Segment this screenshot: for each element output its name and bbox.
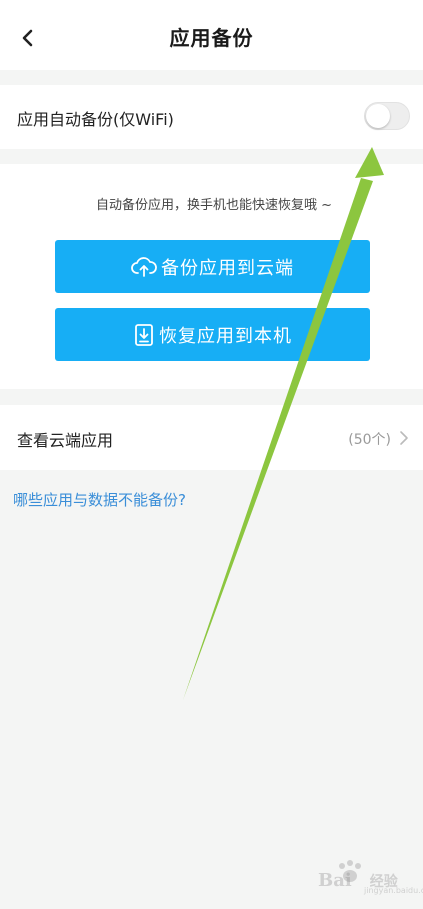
backup-to-cloud-button[interactable]: 备份应用到云端 bbox=[55, 240, 370, 293]
cloud-apps-count: (50个) bbox=[348, 432, 391, 448]
header-bar: 应用备份 bbox=[0, 0, 423, 70]
auto-backup-label: 应用自动备份(仅WiFi) bbox=[17, 110, 174, 129]
backup-section: 自动备份应用，换手机也能快速恢复哦 ~ 备份应用到云端 恢复应用到本机 bbox=[0, 164, 423, 389]
restore-to-device-button[interactable]: 恢复应用到本机 bbox=[55, 308, 370, 361]
auto-backup-toggle[interactable] bbox=[364, 102, 410, 130]
download-to-device-icon bbox=[133, 323, 155, 347]
view-cloud-apps-label: 查看云端应用 bbox=[17, 431, 114, 450]
backup-hint: 自动备份应用，换手机也能快速恢复哦 ~ bbox=[95, 198, 333, 213]
auto-backup-row: 应用自动备份(仅WiFi) bbox=[0, 85, 423, 149]
backup-to-cloud-label: 备份应用到云端 bbox=[161, 257, 294, 279]
cloud-upload-icon bbox=[131, 256, 157, 278]
baidu-jingyan-watermark: Bai经验 jingyan.baidu.com bbox=[302, 858, 423, 898]
watermark-url: jingyan.baidu.com bbox=[364, 886, 423, 895]
chevron-right-icon bbox=[400, 431, 408, 445]
unsupported-backup-help-link[interactable]: 哪些应用与数据不能备份? bbox=[13, 489, 186, 510]
view-cloud-apps-row[interactable]: 查看云端应用 (50个) bbox=[0, 405, 423, 470]
restore-to-device-label: 恢复应用到本机 bbox=[159, 325, 292, 347]
toggle-knob bbox=[366, 104, 390, 128]
page-title: 应用备份 bbox=[169, 26, 254, 50]
